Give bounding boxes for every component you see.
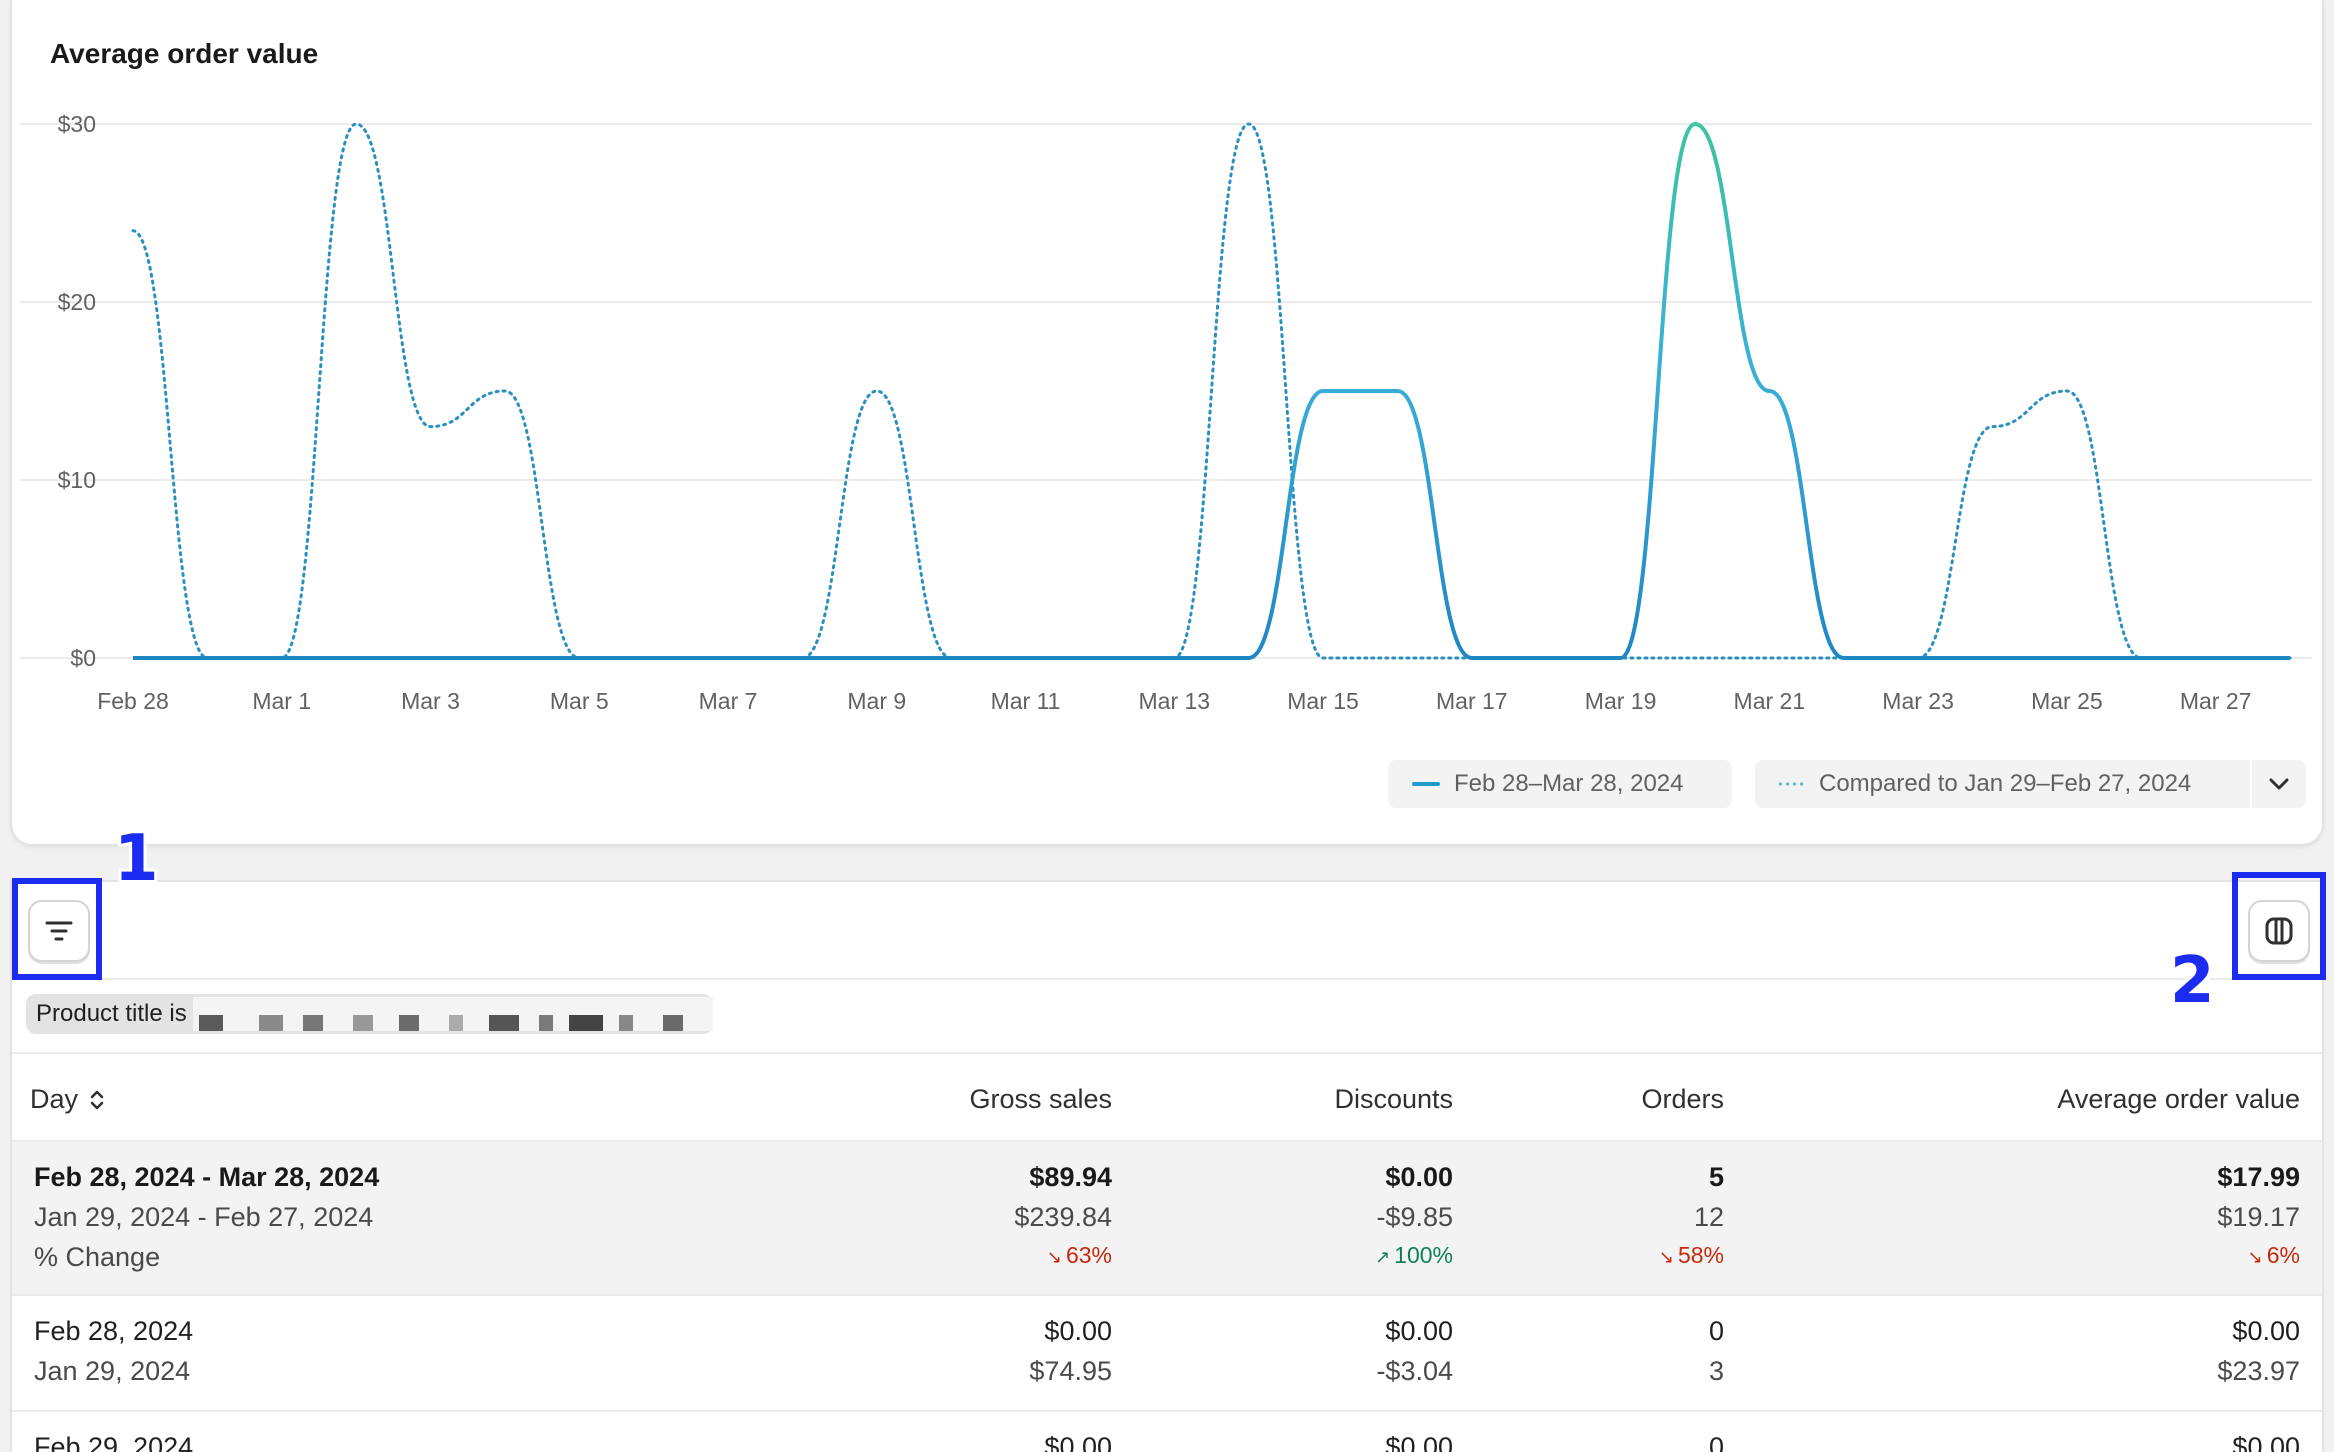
y-tick-label: $30 bbox=[58, 111, 96, 137]
solid-line-icon bbox=[1412, 782, 1440, 786]
chevron-down-icon bbox=[2269, 778, 2289, 790]
column-header-orders[interactable]: Orders bbox=[1641, 1084, 1724, 1115]
column-header-aov[interactable]: Average order value bbox=[2057, 1084, 2300, 1115]
x-tick-label: Mar 9 bbox=[847, 688, 906, 714]
aov-line-chart: $0 $10 $20 $30 Feb 28 Mar 1 Mar 3 Mar 5 Mar 7 Ma… bbox=[20, 111, 2312, 714]
row-gross-sales: $0.00 bbox=[1044, 1316, 1112, 1346]
summary-orders-current: 5 bbox=[1708, 1162, 1724, 1192]
table-header: Day Gross sales Discounts Orders Average… bbox=[12, 1054, 2322, 1142]
x-tick-label: Mar 11 bbox=[991, 688, 1061, 714]
summary-aov-previous: $19.17 bbox=[2217, 1202, 2300, 1232]
row-prev-day: Jan 29, 2024 bbox=[34, 1356, 191, 1386]
dotted-line-icon bbox=[1777, 782, 1805, 786]
x-tick-label: Mar 13 bbox=[1139, 688, 1211, 714]
row-aov: $0.00 bbox=[2232, 1316, 2300, 1346]
series-compare-line bbox=[131, 122, 2292, 660]
summary-previous-range: Jan 29, 2024 - Feb 27, 2024 bbox=[34, 1202, 374, 1232]
x-tick-label: Mar 27 bbox=[2180, 688, 2252, 714]
x-tick-label: Mar 5 bbox=[550, 688, 609, 714]
summary-aov-change-value: 6% bbox=[2266, 1242, 2300, 1268]
row-orders: 0 bbox=[1708, 1316, 1724, 1346]
arrow-down-right-icon: ↘ bbox=[1658, 1247, 1674, 1267]
row-aov: $0.00 bbox=[2232, 1432, 2300, 1452]
arrow-down-right-icon: ↘ bbox=[1046, 1247, 1062, 1267]
summary-discounts-change-value: 100% bbox=[1394, 1242, 1453, 1268]
x-tick-label: Mar 25 bbox=[2031, 688, 2103, 714]
legend-compare-label: Compared to Jan 29–Feb 27, 2024 bbox=[1819, 770, 2192, 797]
annotation-label-1: 1 bbox=[114, 822, 159, 896]
sort-by-day-header[interactable]: Day bbox=[30, 1084, 106, 1115]
y-tick-label: $0 bbox=[70, 645, 96, 671]
row-day: Feb 28, 2024 bbox=[34, 1316, 194, 1346]
row-prev-orders: 3 bbox=[1708, 1356, 1724, 1386]
legend-dropdown-button[interactable] bbox=[2250, 760, 2306, 808]
arrow-down-right-icon: ↘ bbox=[2247, 1247, 2263, 1267]
x-tick-label: Mar 3 bbox=[401, 688, 460, 714]
table-row[interactable]: Feb 29, 2024 $0.00 $0.00 0 $0.00 bbox=[12, 1412, 2322, 1452]
summary-discounts-change: ↗ 100% bbox=[1375, 1242, 1453, 1269]
row-prev-discounts: -$3.04 bbox=[1376, 1356, 1453, 1386]
column-header-gross-sales[interactable]: Gross sales bbox=[969, 1084, 1112, 1115]
table-row[interactable]: Feb 28, 2024 Jan 29, 2024 $0.00 $74.95 $… bbox=[12, 1296, 2322, 1412]
x-tick-label: Mar 15 bbox=[1287, 688, 1359, 714]
x-tick-label: Mar 17 bbox=[1436, 688, 1508, 714]
chart-series bbox=[131, 121, 2292, 661]
annotation-label-2: 2 bbox=[2170, 944, 2215, 1018]
column-header-day: Day bbox=[30, 1084, 79, 1114]
summary-orders-previous: 12 bbox=[1693, 1202, 1724, 1232]
y-tick-label: $10 bbox=[58, 467, 96, 493]
summary-change-label: % Change bbox=[34, 1242, 161, 1272]
row-orders: 0 bbox=[1708, 1432, 1724, 1452]
applied-filters-row: Product title is bbox=[12, 980, 2322, 1054]
summary-gross-sales-current: $89.94 bbox=[1029, 1162, 1112, 1192]
x-tick-label: Mar 19 bbox=[1585, 688, 1657, 714]
row-prev-gross-sales: $74.95 bbox=[1029, 1356, 1112, 1386]
x-axis-ticks: Feb 28 Mar 1 Mar 3 Mar 5 Mar 7 Mar 9 Mar 11 Mar… bbox=[97, 688, 2251, 714]
legend-current-label: Feb 28–Mar 28, 2024 bbox=[1454, 770, 1684, 797]
x-tick-label: Mar 1 bbox=[252, 688, 311, 714]
summary-gross-sales-change-value: 63% bbox=[1065, 1242, 1112, 1268]
summary-row: Feb 28, 2024 - Mar 28, 2024 Jan 29, 2024… bbox=[12, 1142, 2322, 1296]
column-header-discounts[interactable]: Discounts bbox=[1334, 1084, 1453, 1115]
x-tick-label: Mar 21 bbox=[1734, 688, 1806, 714]
chart-gridlines bbox=[20, 123, 2312, 659]
summary-discounts-previous: -$9.85 bbox=[1376, 1202, 1453, 1232]
row-gross-sales: $0.00 bbox=[1044, 1432, 1112, 1452]
row-discounts: $0.00 bbox=[1385, 1432, 1453, 1452]
y-axis-ticks: $0 $10 $20 $30 bbox=[58, 111, 96, 671]
summary-aov-change: ↘ 6% bbox=[2248, 1242, 2300, 1269]
report-table-card: Product title is Day Gross sales Discoun… bbox=[10, 880, 2324, 1452]
summary-orders-change: ↘ 58% bbox=[1659, 1242, 1724, 1269]
arrow-up-right-icon: ↗ bbox=[1375, 1247, 1391, 1267]
x-tick-label: Mar 7 bbox=[699, 688, 758, 714]
summary-orders-change-value: 58% bbox=[1677, 1242, 1724, 1268]
x-tick-label: Mar 23 bbox=[1882, 688, 1954, 714]
redacted-product-title bbox=[192, 997, 713, 1031]
product-title-filter-chip[interactable]: Product title is bbox=[26, 994, 713, 1034]
row-prev-aov: $23.97 bbox=[2217, 1356, 2300, 1386]
summary-aov-current: $17.99 bbox=[2217, 1162, 2300, 1192]
chart-card: Average order value $0 $10 $20 $30 Feb 28 Ma… bbox=[10, 0, 2324, 846]
summary-current-range: Feb 28, 2024 - Mar 28, 2024 bbox=[34, 1162, 380, 1192]
summary-gross-sales-previous: $239.84 bbox=[1014, 1202, 1112, 1232]
legend-compare-period[interactable]: Compared to Jan 29–Feb 27, 2024 bbox=[1755, 760, 2267, 808]
row-discounts: $0.00 bbox=[1385, 1316, 1453, 1346]
row-day: Feb 29, 2024 bbox=[34, 1432, 194, 1452]
filter-chip-label: Product title is bbox=[36, 1000, 187, 1027]
annotation-box-1 bbox=[12, 878, 102, 980]
annotation-box-2 bbox=[2232, 872, 2326, 980]
sort-icon bbox=[90, 1090, 104, 1109]
legend-current-period[interactable]: Feb 28–Mar 28, 2024 bbox=[1388, 760, 1732, 808]
summary-discounts-current: $0.00 bbox=[1385, 1162, 1453, 1192]
table-toolbar bbox=[12, 882, 2322, 980]
y-tick-label: $20 bbox=[58, 289, 96, 315]
summary-gross-sales-change: ↘ 63% bbox=[1047, 1242, 1112, 1269]
x-tick-label: Feb 28 bbox=[97, 688, 169, 714]
